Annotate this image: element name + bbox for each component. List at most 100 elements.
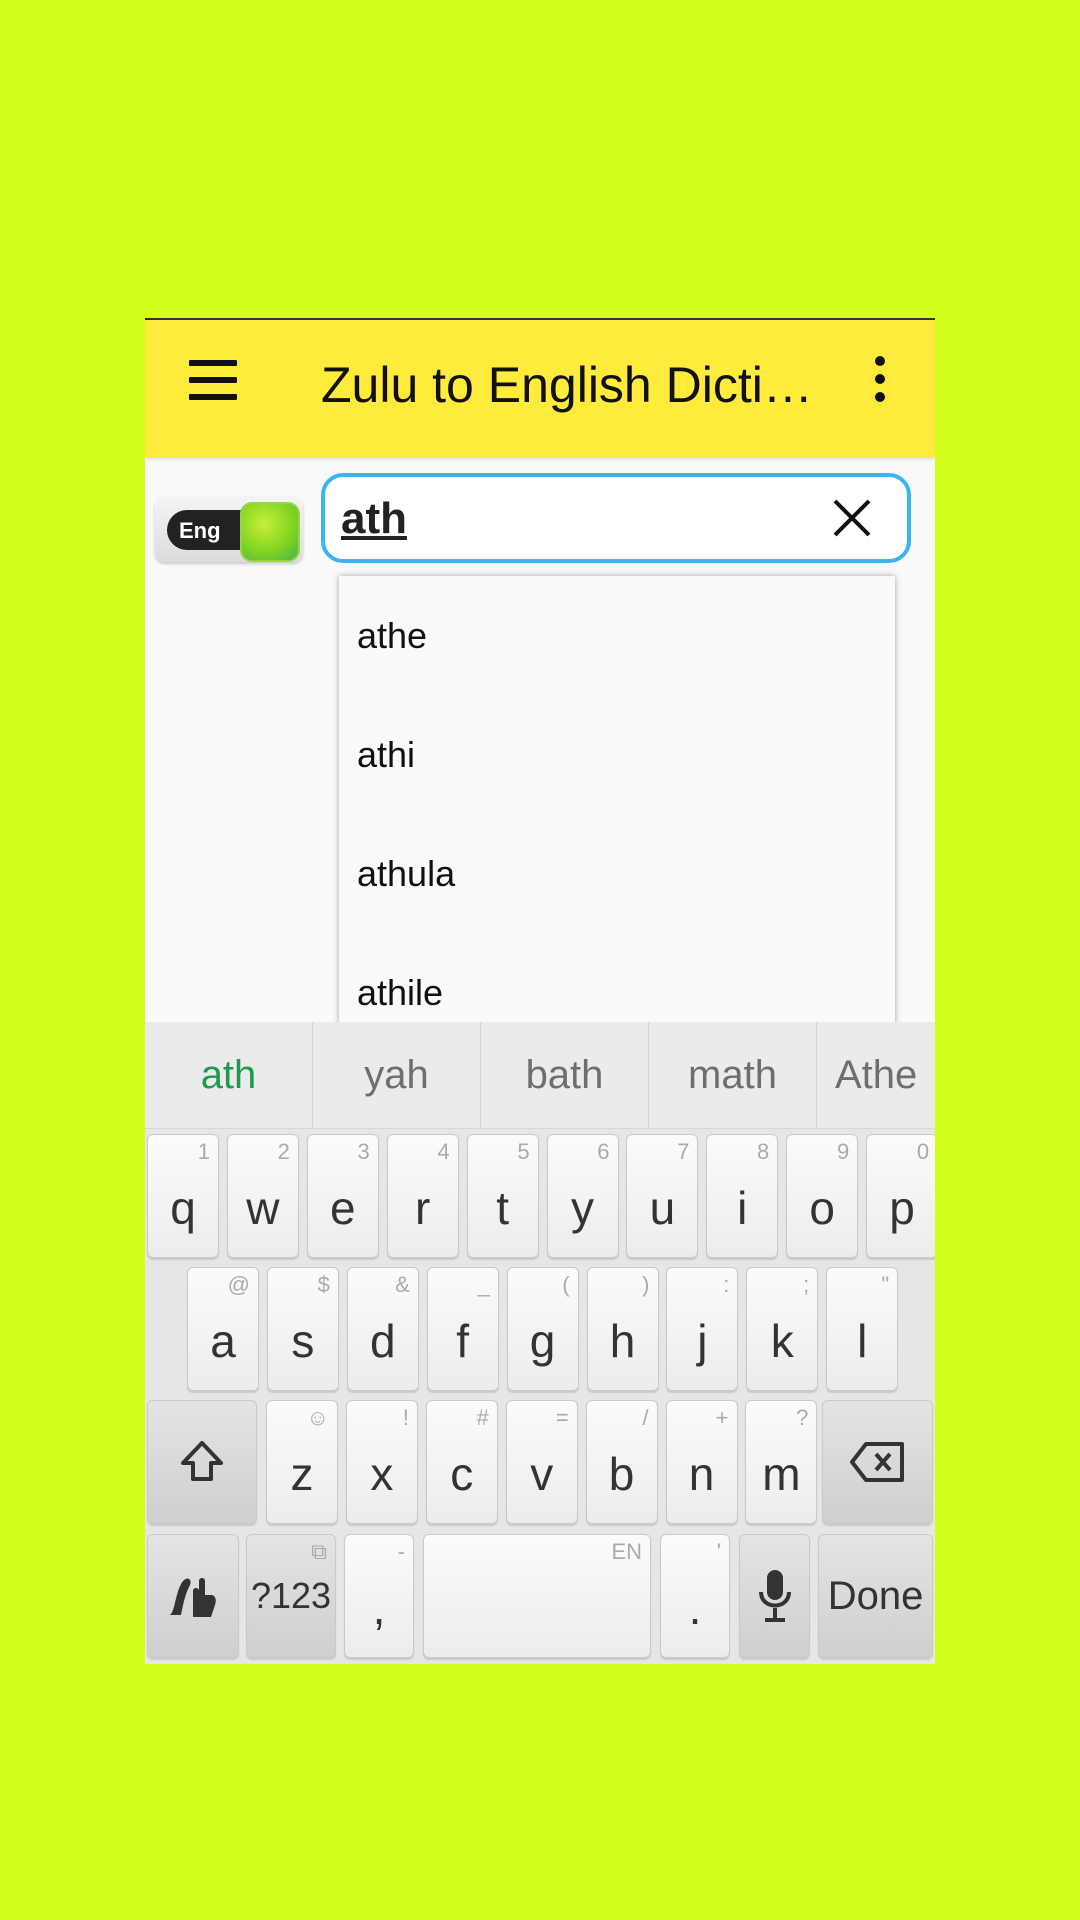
key-hint: !: [402, 1405, 409, 1430]
key-label: q: [170, 1182, 196, 1234]
key-label: t: [496, 1182, 509, 1234]
key-z[interactable]: ☺ z: [266, 1400, 338, 1524]
done-key[interactable]: Done: [818, 1534, 933, 1658]
key-label: b: [608, 1448, 635, 1500]
key-hint: ): [642, 1272, 650, 1297]
key-label: g: [529, 1315, 556, 1367]
period-label: .: [688, 1582, 702, 1634]
key-hint: /: [642, 1405, 649, 1430]
comma-label: ,: [372, 1582, 386, 1634]
suggestion-item[interactable]: athula: [339, 814, 895, 933]
candidate-word[interactable]: yah: [313, 1022, 481, 1128]
comma-hint: -: [397, 1539, 405, 1564]
language-toggle[interactable]: Eng: [155, 496, 303, 562]
key-label: x: [370, 1448, 394, 1500]
key-g[interactable]: (g: [506, 1267, 579, 1391]
key-b[interactable]: / b: [585, 1400, 658, 1524]
key-t[interactable]: 5t: [466, 1134, 539, 1258]
space-key[interactable]: EN: [423, 1534, 651, 1658]
shift-key[interactable]: [147, 1400, 257, 1524]
key-hint: ?: [796, 1405, 809, 1430]
search-input[interactable]: [341, 491, 811, 547]
key-x[interactable]: ! x: [345, 1400, 418, 1524]
key-label: w: [246, 1182, 280, 1234]
app-title: Zulu to English Dicti…: [321, 357, 813, 413]
key-hint: $: [317, 1272, 330, 1297]
key-label: e: [330, 1182, 356, 1234]
key-hint: 4: [437, 1139, 450, 1164]
soft-keyboard: ath yah bath math Athe 1q2w3e4r5t6y7u8i9…: [145, 1022, 935, 1664]
done-label: Done: [827, 1573, 924, 1618]
voice-input-key[interactable]: [739, 1534, 810, 1658]
key-hint: 9: [836, 1139, 850, 1164]
key-m[interactable]: ? m: [745, 1400, 818, 1524]
key-hint: 8: [757, 1139, 770, 1164]
key-c[interactable]: # c: [425, 1400, 498, 1524]
suggestion-item[interactable]: athi: [339, 695, 895, 814]
key-hint: @: [227, 1272, 250, 1297]
key-label: l: [857, 1315, 868, 1367]
app-bar: Zulu to English Dicti…: [145, 318, 935, 457]
app-screen: Zulu to English Dicti… Eng athe athi ath…: [145, 318, 935, 1664]
key-label: i: [737, 1182, 748, 1234]
key-label: h: [609, 1315, 636, 1367]
gesture-typing-key[interactable]: [147, 1534, 239, 1658]
symbols-key[interactable]: ⧉ ?123: [246, 1534, 336, 1658]
hamburger-menu-icon[interactable]: [189, 360, 239, 404]
period-key[interactable]: ' .: [660, 1534, 730, 1658]
candidate-word[interactable]: bath: [481, 1022, 649, 1128]
key-o[interactable]: 9o: [786, 1134, 859, 1258]
key-hint: 6: [597, 1139, 610, 1164]
key-i[interactable]: 8i: [706, 1134, 779, 1258]
more-vert-icon[interactable]: [865, 356, 895, 406]
suggestion-item[interactable]: athe: [339, 576, 895, 695]
key-label: s: [291, 1315, 315, 1367]
search-field[interactable]: [321, 473, 911, 563]
key-label: y: [571, 1182, 594, 1234]
space-language-hint: EN: [611, 1539, 642, 1564]
key-hint: 2: [277, 1139, 290, 1164]
key-label: u: [649, 1182, 676, 1234]
gesture-hand-icon: [148, 1535, 238, 1657]
key-hint: =: [555, 1405, 569, 1430]
microphone-icon: [740, 1535, 809, 1657]
key-label: j: [697, 1315, 708, 1367]
key-w[interactable]: 2w: [226, 1134, 299, 1258]
key-s[interactable]: $ s: [266, 1267, 339, 1391]
key-k[interactable]: ; k: [746, 1267, 819, 1391]
key-v[interactable]: = v: [505, 1400, 578, 1524]
candidate-word[interactable]: math: [649, 1022, 817, 1128]
candidate-word[interactable]: ath: [145, 1022, 313, 1128]
symbols-label: ?123: [250, 1575, 332, 1616]
key-d[interactable]: & d: [346, 1267, 419, 1391]
key-hint: #: [476, 1405, 489, 1430]
key-e[interactable]: 3e: [306, 1134, 379, 1258]
backspace-icon: [823, 1401, 932, 1523]
key-a[interactable]: @ a: [187, 1267, 259, 1391]
period-hint: ': [716, 1539, 721, 1564]
key-y[interactable]: 6y: [546, 1134, 619, 1258]
candidate-word[interactable]: Athe: [817, 1022, 935, 1128]
key-hint: :: [723, 1272, 730, 1297]
key-label: c: [450, 1448, 474, 1500]
key-j[interactable]: :j: [666, 1267, 739, 1391]
key-n[interactable]: + n: [665, 1400, 738, 1524]
key-u[interactable]: 7u: [626, 1134, 699, 1258]
backspace-key[interactable]: [822, 1400, 933, 1524]
key-label: p: [889, 1182, 915, 1234]
key-label: k: [770, 1315, 794, 1367]
key-label: z: [290, 1448, 314, 1500]
key-f[interactable]: _ f: [426, 1267, 499, 1391]
key-h[interactable]: ) h: [586, 1267, 659, 1391]
key-hint: ": [881, 1272, 890, 1297]
key-r[interactable]: 4r: [386, 1134, 459, 1258]
key-l[interactable]: " l: [826, 1267, 899, 1391]
comma-key[interactable]: - ,: [344, 1534, 414, 1658]
key-p[interactable]: 0p: [866, 1134, 935, 1258]
key-hint: 3: [357, 1139, 370, 1164]
key-hint: 1: [197, 1139, 210, 1164]
key-q[interactable]: 1q: [147, 1134, 219, 1258]
close-icon[interactable]: [825, 491, 879, 545]
key-hint: 5: [517, 1139, 530, 1164]
toggle-track: Eng: [167, 502, 300, 562]
